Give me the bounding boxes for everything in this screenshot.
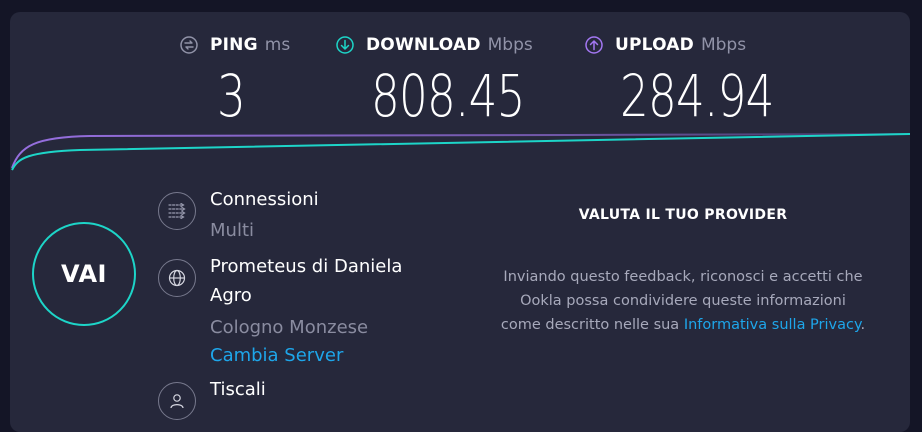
speedtest-panel: PING ms 3 DOWNLOAD Mbps 808.45 UPLOAD Mb… (10, 12, 910, 432)
globe-icon (158, 259, 196, 297)
ping-label: PING (210, 35, 258, 55)
change-server-link[interactable]: Cambia Server (210, 345, 343, 366)
provider-text-line3-suffix: . (860, 317, 866, 333)
server-location: Cologno Monzese (210, 317, 369, 338)
go-button[interactable]: VAI (32, 222, 136, 326)
server-name-line2: Agro (210, 285, 252, 306)
privacy-policy-link[interactable]: Informativa sulla Privacy (684, 317, 861, 333)
connections-icon (158, 192, 196, 230)
provider-text-line2: Ookla possa condividere queste informazi… (520, 293, 846, 309)
connections-title: Connessioni (210, 189, 319, 210)
provider-text-line3-prefix: come descritto nelle sua (500, 317, 684, 333)
download-metric: DOWNLOAD Mbps 808.45 (336, 34, 533, 130)
download-icon (336, 36, 354, 54)
upload-value: 284.94 (620, 62, 774, 130)
download-label: DOWNLOAD (366, 35, 481, 55)
rate-provider-title: VALUTA IL TUO PROVIDER (578, 207, 788, 223)
upload-label: UPLOAD (615, 35, 694, 55)
upload-icon (585, 36, 603, 54)
upload-unit: Mbps (700, 35, 747, 55)
download-unit: Mbps (487, 35, 533, 55)
rate-provider-text: Inviando questo feedback, riconosci e ac… (465, 265, 901, 337)
ping-metric: PING ms 3 (180, 34, 291, 130)
provider-text-line3: come descritto nelle sua Informativa sul… (465, 313, 901, 337)
isp-name: Tiscali (210, 379, 266, 400)
upload-metric: UPLOAD Mbps 284.94 (585, 34, 774, 130)
upload-graph-line (11, 133, 910, 169)
ping-icon (180, 36, 198, 54)
server-name-line1: Prometeus di Daniela (210, 256, 403, 277)
ping-unit: ms (264, 35, 291, 55)
ping-value: 3 (217, 62, 246, 130)
user-icon (158, 382, 196, 420)
download-value: 808.45 (371, 62, 525, 130)
provider-text-line1: Inviando questo feedback, riconosci e ac… (503, 269, 863, 285)
speed-graph (11, 133, 910, 171)
connections-value: Multi (210, 220, 254, 241)
download-graph-line (11, 133, 910, 171)
